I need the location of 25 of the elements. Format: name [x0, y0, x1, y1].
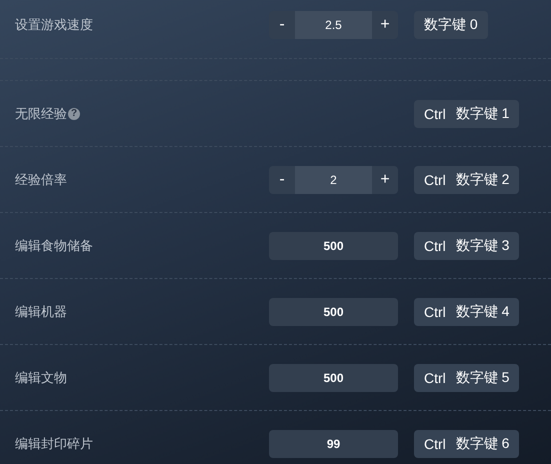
decrement-button[interactable]: -: [269, 166, 295, 194]
option-label: 经验倍率: [15, 170, 67, 188]
value-field[interactable]: 500: [269, 232, 398, 260]
hotkey-button[interactable]: Ctrl 数字键 1: [414, 100, 520, 128]
option-label: 编辑机器: [15, 302, 67, 320]
hotkey-button[interactable]: Ctrl 数字键 6: [414, 430, 520, 458]
option-label: 编辑食物储备: [15, 236, 93, 254]
hotkey-button[interactable]: 数字键 0: [414, 10, 488, 38]
value-field[interactable]: 500: [269, 298, 398, 326]
help-icon[interactable]: ?: [68, 108, 80, 120]
option-label: 编辑封印碎片: [15, 434, 93, 452]
value-field[interactable]: 500: [269, 364, 398, 392]
hotkey-button[interactable]: Ctrl 数字键 5: [414, 364, 520, 392]
increment-button[interactable]: +: [372, 10, 398, 38]
hotkey-button[interactable]: Ctrl 数字键 4: [414, 298, 520, 326]
increment-button[interactable]: +: [372, 166, 398, 194]
option-label: 无限经验: [15, 104, 67, 122]
option-label: 设置游戏速度: [15, 16, 93, 34]
decrement-button[interactable]: -: [269, 10, 295, 38]
value-field[interactable]: 2.5: [295, 10, 372, 38]
value-field[interactable]: 99: [269, 430, 398, 458]
value-field[interactable]: 2: [295, 166, 372, 194]
option-label: 编辑文物: [15, 368, 67, 386]
hotkey-button[interactable]: Ctrl 数字键 3: [414, 232, 520, 260]
hotkey-button[interactable]: Ctrl 数字键 2: [414, 166, 520, 194]
